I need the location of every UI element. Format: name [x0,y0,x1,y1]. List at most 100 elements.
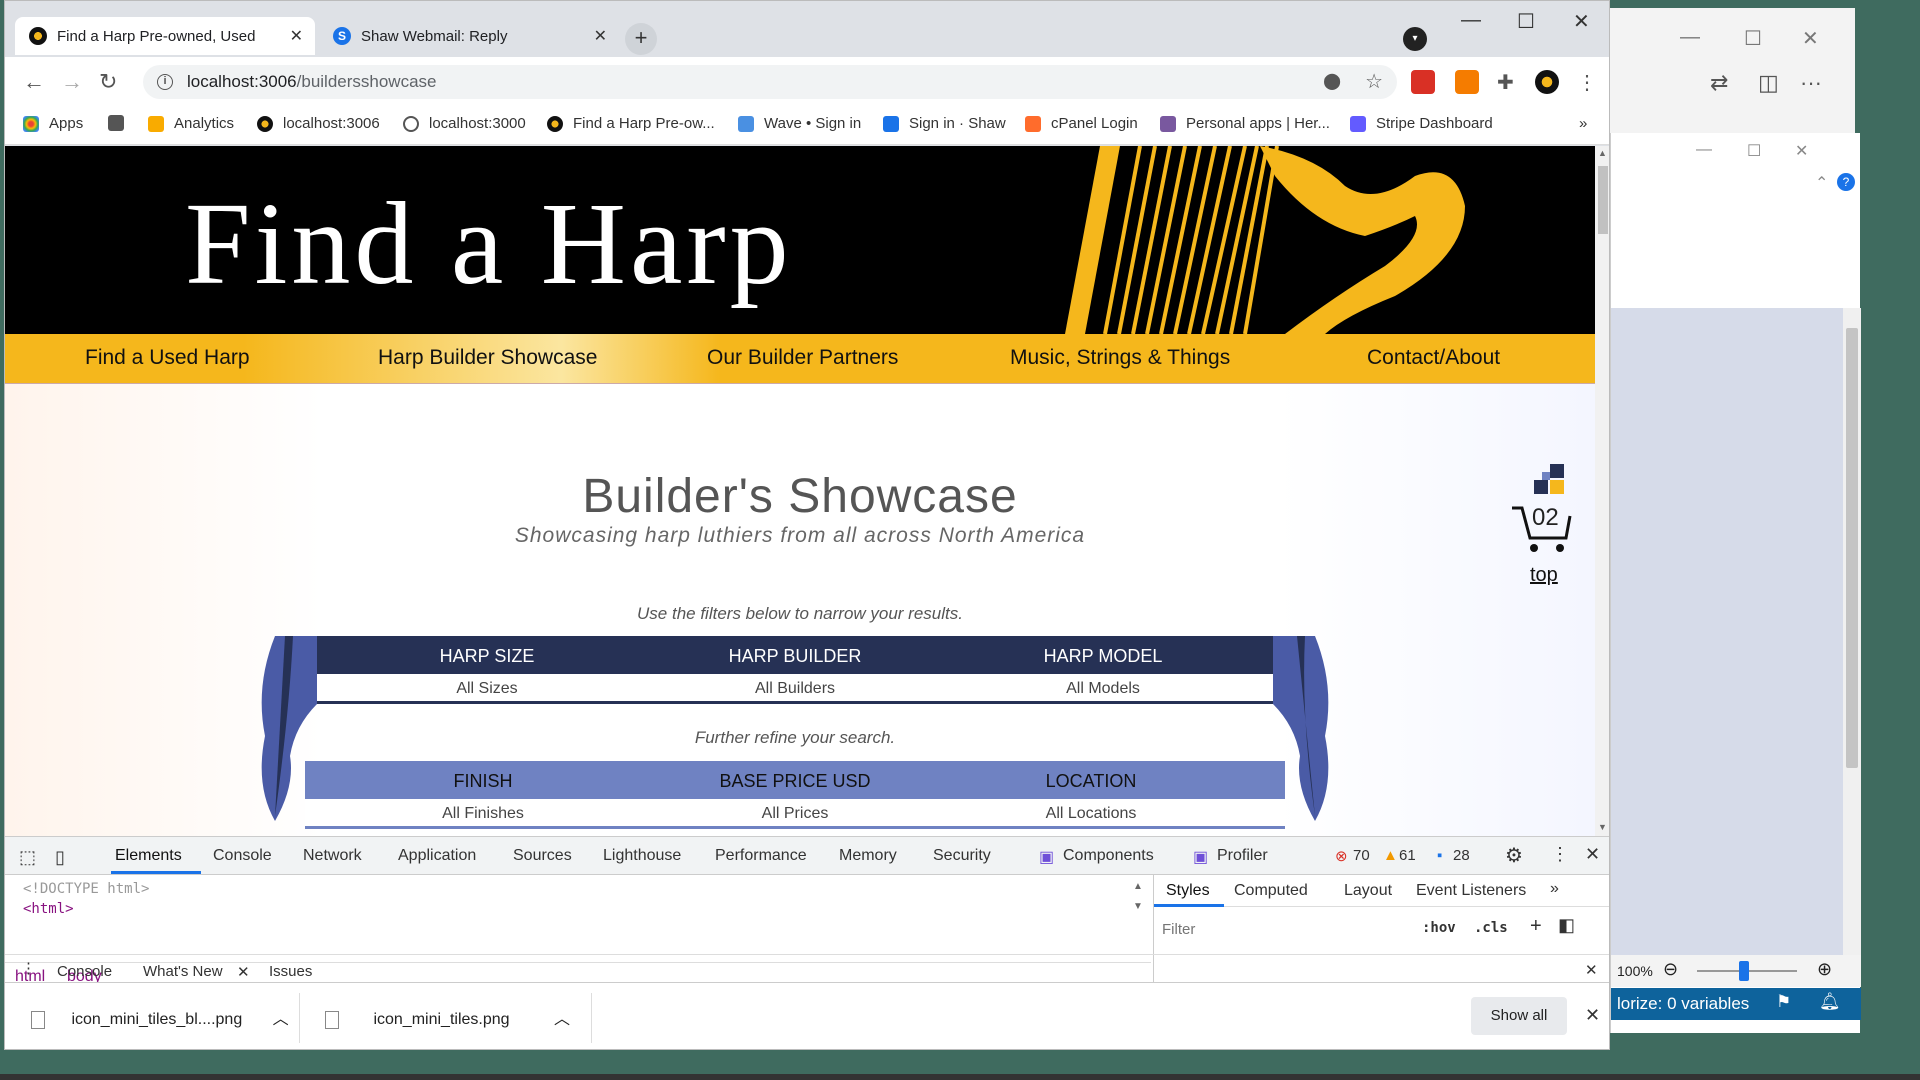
new-tab-button[interactable]: + [625,23,657,55]
new-rule-icon[interactable]: + [1530,915,1542,938]
close-window-icon[interactable]: ✕ [1573,9,1590,34]
download-item[interactable]: icon_mini_tiles.png ︿ [325,1005,570,1029]
close-whats-new-icon[interactable]: ✕ [237,963,250,981]
harp-size-select[interactable]: All Sizes [337,680,637,698]
compare-icon[interactable]: ⇄ [1710,70,1728,96]
device-toggle-icon[interactable]: ▯ [55,847,65,868]
tab-security[interactable]: Security [933,847,991,865]
nav-music-strings[interactable]: Music, Strings & Things [1010,346,1230,370]
download-item[interactable]: icon_mini_tiles_bl....png ︿ [31,1005,289,1029]
split-view-icon[interactable]: ◫ [1758,70,1779,96]
bookmark-localhost-3000[interactable]: localhost:3000 [403,115,526,132]
mini-tiles-icon[interactable] [1534,464,1564,494]
finish-select[interactable]: All Finishes [333,805,633,823]
cart-icon[interactable] [1510,504,1574,554]
scrollbar-thumb[interactable] [1598,166,1608,234]
drawer-console[interactable]: Console [57,963,112,980]
zoom-slider-thumb[interactable] [1739,961,1749,981]
notification-icon[interactable]: 🔔︎ [1819,992,1841,1012]
more-bookmarks-icon[interactable]: » [1579,115,1587,132]
cart-widget[interactable]: 02 top [1510,464,1574,586]
zoom-out-icon[interactable]: ⊖ [1663,959,1678,980]
bookmark-cpanel[interactable]: cPanel Login [1025,115,1138,132]
error-icon[interactable]: ⊗ [1335,847,1348,865]
profile-avatar[interactable] [1535,70,1559,94]
message-icon[interactable]: ▪ [1437,847,1442,864]
drawer-issues[interactable]: Issues [269,963,312,980]
tab-computed[interactable]: Computed [1234,882,1308,900]
harp-model-select[interactable]: All Models [953,680,1253,698]
bookmark-apps[interactable]: Apps [23,115,83,132]
reload-icon[interactable]: ↻ [99,69,117,95]
more-tabs-icon[interactable]: » [1550,880,1559,898]
tab-elements[interactable]: Elements [115,847,182,865]
close-drawer-icon[interactable]: ✕ [1585,961,1598,979]
bookmark-find-a-harp[interactable]: Find a Harp Pre-ow... [547,115,715,132]
scroll-up-icon[interactable]: ▲ [1133,881,1143,892]
address-bar[interactable]: i localhost:3006/buildersshowcase ⬤ ☆ [143,65,1397,99]
bookmark-star-icon[interactable]: ☆ [1365,65,1383,99]
close-icon[interactable]: ✕ [1802,26,1819,51]
drawer-menu-icon[interactable]: ⋮ [21,959,36,977]
doctype-node[interactable]: <!DOCTYPE html> [23,881,149,897]
nav-find-used-harp[interactable]: Find a Used Harp [85,346,250,370]
scrollbar[interactable] [1843,308,1861,958]
chevron-up-icon[interactable]: ⌃ [1815,173,1828,193]
forward-icon[interactable]: → [61,69,83,95]
tab-network[interactable]: Network [303,847,362,865]
tab-components[interactable]: Components [1063,847,1154,865]
tab-layout[interactable]: Layout [1344,882,1392,900]
show-all-button[interactable]: Show all [1471,997,1567,1035]
close-tab-icon[interactable]: ✕ [594,26,607,46]
tab-application[interactable]: Application [398,847,476,865]
close-shelf-icon[interactable]: ✕ [1585,1005,1600,1026]
tab-styles[interactable]: Styles [1166,882,1210,900]
html-node[interactable]: <html> [23,901,74,917]
extension-off-icon[interactable] [1455,70,1479,94]
extension-icon[interactable] [1411,70,1435,94]
minimize-icon[interactable]: — [1680,26,1700,49]
help-icon[interactable]: ? [1837,173,1855,191]
tab-lighthouse[interactable]: Lighthouse [603,847,681,865]
bookmark-heroku[interactable]: Personal apps | Her... [1160,115,1330,132]
tab-profiler[interactable]: Profiler [1217,847,1268,865]
inspect-icon[interactable]: ⬚ [19,847,36,868]
back-icon[interactable]: ← [23,69,45,95]
warning-icon[interactable]: ▲ [1383,847,1398,864]
bookmark-stripe[interactable]: Stripe Dashboard [1350,115,1493,132]
toggle-sidebar-icon[interactable]: ◧ [1558,915,1575,936]
tab-find-a-harp[interactable]: Find a Harp Pre-owned, Used ✕ [15,17,315,55]
menu-icon[interactable]: ⋮ [1577,70,1601,94]
tab-memory[interactable]: Memory [839,847,897,865]
site-info-icon[interactable]: i [157,74,173,90]
top-link[interactable]: top [1530,564,1558,587]
close-icon[interactable]: ✕ [1795,141,1808,161]
tab-sources[interactable]: Sources [513,847,572,865]
download-options-icon[interactable]: ︿ [554,1011,570,1028]
location-icon[interactable]: ⬤ [1323,65,1341,99]
nav-builder-showcase[interactable]: Harp Builder Showcase [378,346,597,370]
bookmark-wave[interactable]: Wave • Sign in [738,115,861,132]
maximize-icon[interactable]: ☐ [1517,9,1535,34]
styles-filter-input[interactable] [1162,915,1412,943]
devtools-menu-icon[interactable]: ⋮ [1551,844,1569,865]
page-scrollbar[interactable]: ▲ ▼ [1595,146,1609,836]
tab-shaw-webmail[interactable]: S Shaw Webmail: Reply ✕ [319,17,619,55]
tab-search-icon[interactable]: ▾ [1403,27,1427,51]
location-select[interactable]: All Locations [941,805,1241,823]
bookmark-shaw[interactable]: Sign in · Shaw [883,115,1006,132]
maximize-icon[interactable]: ☐ [1747,141,1761,161]
minimize-icon[interactable]: — [1696,141,1712,159]
bookmark-analytics[interactable]: Analytics [148,115,234,132]
price-select[interactable]: All Prices [645,805,945,823]
nav-contact-about[interactable]: Contact/About [1367,346,1500,370]
harp-builder-select[interactable]: All Builders [645,680,945,698]
zoom-in-icon[interactable]: ⊕ [1817,959,1832,980]
scroll-down-icon[interactable]: ▼ [1133,901,1143,912]
close-devtools-icon[interactable]: ✕ [1585,844,1600,865]
bookmark-folder[interactable] [108,115,134,131]
hov-toggle[interactable]: :hov [1422,920,1456,936]
nav-builder-partners[interactable]: Our Builder Partners [707,346,898,370]
maximize-icon[interactable]: ☐ [1744,26,1762,51]
tab-performance[interactable]: Performance [715,847,807,865]
